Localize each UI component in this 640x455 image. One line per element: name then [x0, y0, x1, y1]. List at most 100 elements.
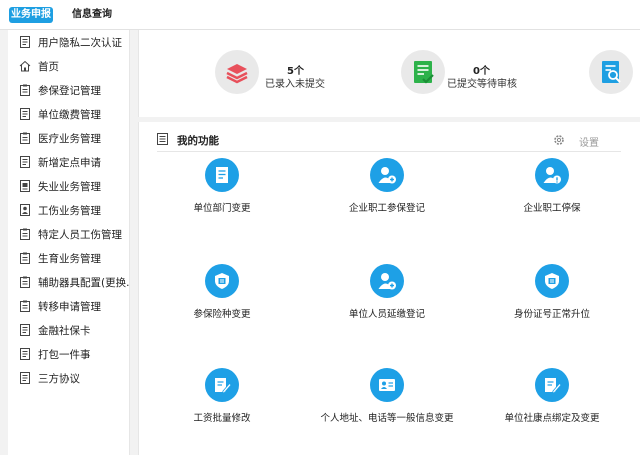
document-icon: [216, 167, 228, 183]
document-icon: [20, 372, 30, 384]
search-document-icon: [602, 61, 621, 83]
clipboard-icon: [20, 228, 30, 240]
function-icon-circle: [370, 264, 404, 298]
sidebar-item-transfer[interactable]: 转移申请管理: [8, 294, 130, 318]
function-insurance-type-change[interactable]: 参保险种变更: [142, 264, 302, 324]
sidebar-item-insurance-registration[interactable]: 参保登记管理: [8, 78, 130, 102]
clipboard-icon: [20, 252, 30, 264]
clipboard-icon: [20, 276, 30, 288]
clipboard-icon: [20, 84, 30, 96]
clipboard-icon: [20, 132, 30, 144]
function-label: 单位部门变更: [193, 203, 251, 214]
stat-label: 已录入未提交: [265, 79, 325, 90]
function-label: 企业职工停保: [523, 203, 581, 214]
stack-icon: [226, 64, 248, 84]
sidebar-item-maternity[interactable]: 生育业务管理: [8, 246, 130, 270]
sidebar-item-label: 打包一件事: [38, 348, 91, 361]
gear-icon[interactable]: [553, 134, 565, 146]
sidebar-item-unit-payment[interactable]: 单位缴费管理: [8, 102, 130, 126]
function-icon-circle: [535, 158, 569, 192]
sidebar-item-unemployment[interactable]: 失业业务管理: [8, 174, 130, 198]
my-functions-panel: 我的功能 设置 单位部门变更 企业职工参保登记 企业职工停保 参保险种变更 单位…: [138, 122, 640, 455]
list-icon: [157, 133, 168, 145]
shield-icon: [215, 273, 229, 289]
sidebar-item-label: 参保登记管理: [38, 84, 101, 97]
function-label: 工资批量修改: [193, 413, 251, 424]
stat-third[interactable]: [589, 50, 633, 94]
user-pause-icon: [543, 167, 561, 184]
function-employee-registration[interactable]: 企业职工参保登记: [307, 158, 467, 218]
sidebar-item-privacy-auth[interactable]: 用户隐私二次认证: [8, 30, 130, 54]
document-icon: [20, 348, 30, 360]
person-card-icon: [20, 204, 30, 216]
sidebar-item-label: 用户隐私二次认证: [38, 36, 122, 49]
sidebar-item-home[interactable]: 首页: [8, 54, 130, 78]
function-id-number-upgrade[interactable]: 身份证号正常升位: [472, 264, 632, 324]
sidebar-item-label: 失业业务管理: [38, 180, 101, 193]
top-bar: 业务申报 信息查询: [0, 0, 640, 30]
function-label: 参保险种变更: [193, 309, 251, 320]
function-icon-circle: [370, 158, 404, 192]
document-icon: [20, 156, 30, 168]
sidebar-item-label: 特定人员工伤管理: [38, 228, 122, 241]
my-functions-header: 我的功能 设置: [157, 130, 621, 152]
sidebar-item-assistive-devices[interactable]: 辅助器具配置(更换...: [8, 270, 130, 294]
image-document-icon: [20, 180, 30, 192]
function-icon-circle: [370, 368, 404, 402]
stat-pending-review[interactable]: [401, 50, 445, 94]
tab-info-query[interactable]: 信息查询: [72, 7, 112, 23]
sidebar-item-label: 金融社保卡: [38, 324, 91, 337]
sidebar-item-label: 辅助器具配置(更换...: [38, 276, 130, 289]
home-icon: [19, 60, 31, 72]
stat-unsubmitted[interactable]: [215, 50, 259, 94]
function-label: 单位人员延缴登记: [348, 309, 425, 320]
function-unit-department-change[interactable]: 单位部门变更: [142, 158, 302, 218]
document-icon: [20, 324, 30, 336]
function-extended-payment[interactable]: 单位人员延缴登记: [307, 264, 467, 324]
function-batch-salary-edit[interactable]: 工资批量修改: [142, 368, 302, 428]
edit-document-icon: [215, 378, 232, 394]
function-label: 身份证号正常升位: [513, 309, 590, 320]
sidebar-item-medical[interactable]: 医疗业务管理: [8, 126, 130, 150]
document-icon: [20, 108, 30, 120]
sidebar-item-label: 转移申请管理: [38, 300, 101, 313]
sidebar-item-label: 首页: [38, 60, 59, 73]
function-icon-circle: [205, 264, 239, 298]
function-community-health-binding[interactable]: 单位社康点绑定及变更: [472, 368, 632, 428]
shield-icon: [545, 273, 559, 289]
function-icon-circle: [535, 368, 569, 402]
sidebar-item-label: 生育业务管理: [38, 252, 101, 265]
add-user-icon: [378, 273, 396, 290]
contact-card-icon: [379, 379, 395, 391]
sidebar-item-label: 三方协议: [38, 372, 80, 385]
function-employee-suspension[interactable]: 企业职工停保: [472, 158, 632, 218]
sidebar-item-label: 新增定点申请: [38, 156, 101, 169]
function-icon-circle: [535, 264, 569, 298]
stats-panel: 5个 已录入未提交 0个 已提交等待审核: [138, 30, 640, 117]
sidebar-item-label: 医疗业务管理: [38, 132, 101, 145]
sidebar-item-tripartite[interactable]: 三方协议: [8, 366, 130, 390]
function-icon-circle: [205, 368, 239, 402]
tab-business-declare[interactable]: 业务申报: [9, 7, 53, 23]
sidebar-item-work-injury[interactable]: 工伤业务管理: [8, 198, 130, 222]
checklist-icon: [414, 61, 434, 84]
sidebar-item-new-designated[interactable]: 新增定点申请: [8, 150, 130, 174]
sidebar: 用户隐私二次认证 首页 参保登记管理 单位缴费管理 医疗业务管理 新增定点申请 …: [8, 30, 130, 455]
function-label: 单位社康点绑定及变更: [504, 413, 600, 424]
function-label: 个人地址、电话等一般信息变更: [320, 413, 454, 424]
sidebar-item-special-injury[interactable]: 特定人员工伤管理: [8, 222, 130, 246]
function-personal-info-change[interactable]: 个人地址、电话等一般信息变更: [307, 368, 467, 428]
sidebar-item-package[interactable]: 打包一件事: [8, 342, 130, 366]
stat-label: 已提交等待审核: [447, 79, 517, 90]
clipboard-icon: [20, 300, 30, 312]
my-functions-title: 我的功能: [177, 135, 219, 147]
add-user-icon: [378, 167, 396, 184]
sidebar-item-financial-card[interactable]: 金融社保卡: [8, 318, 130, 342]
function-label: 企业职工参保登记: [348, 203, 425, 214]
edit-document-icon: [545, 378, 562, 394]
sidebar-item-label: 工伤业务管理: [38, 204, 101, 217]
document-icon: [20, 36, 30, 48]
settings-button[interactable]: 设置: [579, 134, 599, 149]
sidebar-item-label: 单位缴费管理: [38, 108, 101, 121]
function-icon-circle: [205, 158, 239, 192]
